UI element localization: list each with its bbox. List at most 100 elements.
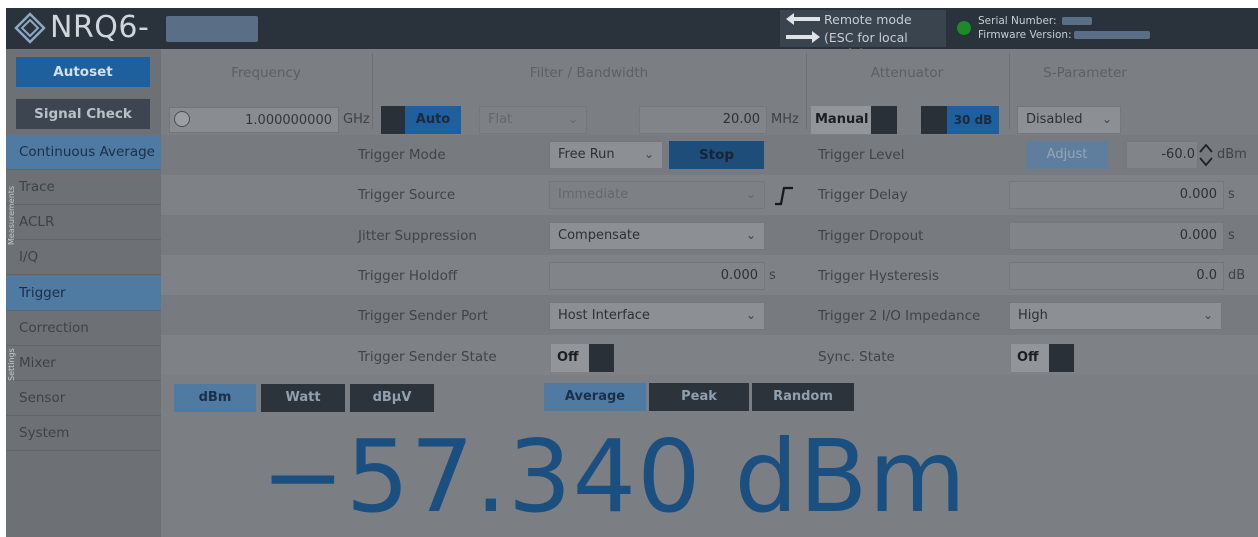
app-window: NRQ6- Remote mode (ESC for local mode) S… (6, 8, 1258, 537)
s-parameter-value: Disabled (1026, 112, 1083, 127)
attenuator-toggle-knob[interactable] (871, 106, 897, 134)
status-led-icon (957, 21, 971, 35)
frequency-unit: GHz (343, 112, 370, 127)
trigger-mode-label: Trigger Mode (358, 147, 446, 163)
mode-peak-button[interactable]: Peak (649, 383, 749, 411)
nav-item-system[interactable]: System (6, 416, 161, 451)
trigger-hysteresis-input[interactable]: 0.0 (1009, 262, 1224, 290)
device-title: NRQ6- (50, 10, 150, 45)
bandwidth-unit: MHz (771, 112, 799, 127)
measurement-readout: −57.340 dBm (261, 418, 967, 535)
trigger-impedance-label: Trigger 2 I/O Impedance (818, 308, 981, 324)
trigger-level-input[interactable]: -60.0 (1126, 141, 1198, 169)
trigger-delay-unit: s (1228, 187, 1235, 202)
trigger-holdoff-label: Trigger Holdoff (358, 268, 458, 284)
adjust-button[interactable]: Adjust (1026, 141, 1108, 169)
trigger-delay-label: Trigger Delay (818, 187, 908, 203)
attenuator-value[interactable]: 30 dB (947, 106, 999, 134)
chevron-down-icon: ⌄ (745, 308, 756, 322)
bandwidth-input[interactable]: 20.00 (639, 106, 767, 134)
header-bar: NRQ6- Remote mode (ESC for local mode) S… (6, 8, 1258, 61)
filter-select-value: Flat (488, 112, 513, 127)
nav-item-continuous-average[interactable]: Continuous Average (6, 135, 161, 170)
trigger-source-select[interactable]: Immediate ⌄ (549, 181, 765, 209)
jitter-suppression-label: Jitter Suppression (358, 228, 477, 244)
settings-group-label: Settings (7, 348, 16, 381)
trigger-source-value: Immediate (558, 187, 629, 202)
unit-dbm-button[interactable]: dBm (174, 384, 256, 412)
radio-indicator-icon (174, 111, 190, 127)
trigger-holdoff-input[interactable]: 0.000 (549, 262, 765, 290)
stop-button[interactable]: Stop (669, 141, 764, 169)
chevron-down-icon: ⌄ (643, 147, 654, 161)
attenuator-title: Attenuator (870, 65, 944, 81)
auto-toggle[interactable]: Auto (405, 106, 461, 134)
trigger-impedance-value: High (1018, 308, 1048, 323)
filter-bandwidth-title: Filter / Bandwidth (529, 65, 649, 81)
trigger-holdoff-value: 0.000 (720, 268, 758, 283)
arrow-right-icon (786, 31, 820, 43)
frequency-input[interactable]: 1.000000000 (169, 107, 339, 133)
trigger-dropout-value: 0.000 (1179, 228, 1217, 243)
trigger-sender-state-toggle[interactable]: Off (551, 344, 589, 372)
jitter-suppression-select[interactable]: Compensate ⌄ (549, 222, 765, 250)
nav-item-aclr[interactable]: ACLR (6, 205, 161, 240)
sync-state-label: Sync. State (818, 349, 895, 365)
nav-item-trace[interactable]: Trace (6, 170, 161, 205)
nav-item-trigger[interactable]: Trigger (6, 276, 161, 311)
trigger-mode-value: Free Run (558, 147, 615, 162)
chevron-down-icon: ⌄ (1202, 308, 1213, 322)
auto-toggle-knob[interactable] (381, 106, 405, 134)
s-parameter-select[interactable]: Disabled ⌄ (1017, 106, 1121, 134)
chevron-down-icon: ⌄ (1101, 112, 1112, 126)
redacted-firmware (1074, 31, 1150, 39)
trigger-level-unit: dBm (1217, 147, 1247, 162)
trigger-row-6 (161, 335, 1258, 375)
chevron-down-icon: ⌄ (745, 187, 756, 201)
attenuator-value-knob[interactable] (921, 106, 947, 134)
trigger-holdoff-unit: s (769, 268, 776, 283)
firmware-version-label: Firmware Version: (978, 29, 1072, 41)
rising-edge-icon[interactable] (774, 186, 794, 206)
spinner-arrows-icon[interactable] (1198, 141, 1214, 169)
trigger-sender-state-label: Trigger Sender State (358, 349, 497, 365)
settings-bar: Frequency Filter / Bandwidth Attenuator … (161, 49, 1258, 134)
redacted-device-id (166, 16, 258, 42)
serial-number-label: Serial Number: (978, 15, 1057, 27)
unit-watt-button[interactable]: Watt (261, 384, 345, 412)
chevron-down-icon: ⌄ (745, 228, 756, 242)
trigger-level-value: -60.0 (1161, 147, 1195, 162)
trigger-dropout-unit: s (1228, 228, 1235, 243)
nav-item-mixer[interactable]: Mixer (6, 346, 161, 381)
trigger-sender-port-value: Host Interface (558, 308, 650, 323)
mode-random-button[interactable]: Random (752, 383, 854, 411)
attenuator-mode-toggle[interactable]: Manual (811, 106, 871, 134)
nav-item-sensor[interactable]: Sensor (6, 381, 161, 416)
trigger-sender-port-select[interactable]: Host Interface ⌄ (549, 302, 765, 330)
trigger-hysteresis-unit: dB (1228, 268, 1246, 283)
unit-dbuv-button[interactable]: dBµV (350, 384, 434, 412)
measurements-group-label: Measurements (7, 185, 16, 245)
trigger-mode-select[interactable]: Free Run ⌄ (549, 141, 663, 169)
nav-item-correction[interactable]: Correction (6, 311, 161, 346)
signal-check-button[interactable]: Signal Check (16, 99, 150, 129)
sync-state-knob[interactable] (1049, 344, 1074, 372)
filter-select[interactable]: Flat ⌄ (479, 106, 587, 134)
chevron-down-icon: ⌄ (567, 112, 578, 126)
frequency-value: 1.000000000 (245, 113, 332, 128)
redacted-serial (1062, 17, 1092, 25)
sidebar: Autoset Signal Check Continuous Average … (6, 49, 161, 537)
trigger-delay-input[interactable]: 0.000 (1009, 181, 1224, 209)
trigger-sender-state-knob[interactable] (589, 344, 614, 372)
trigger-sender-port-label: Trigger Sender Port (358, 308, 488, 324)
nav-item-iq[interactable]: I/Q (6, 240, 161, 275)
remote-mode-text: Remote mode (824, 12, 912, 27)
sync-state-toggle[interactable]: Off (1011, 344, 1049, 372)
trigger-impedance-select[interactable]: High ⌄ (1009, 302, 1222, 330)
autoset-button[interactable]: Autoset (16, 57, 150, 87)
remote-mode-indicator[interactable]: Remote mode (ESC for local mode) (780, 10, 946, 61)
mode-average-button[interactable]: Average (544, 383, 646, 411)
trigger-dropout-input[interactable]: 0.000 (1009, 222, 1224, 250)
arrow-left-icon (786, 13, 820, 25)
rs-logo-icon (14, 12, 46, 44)
